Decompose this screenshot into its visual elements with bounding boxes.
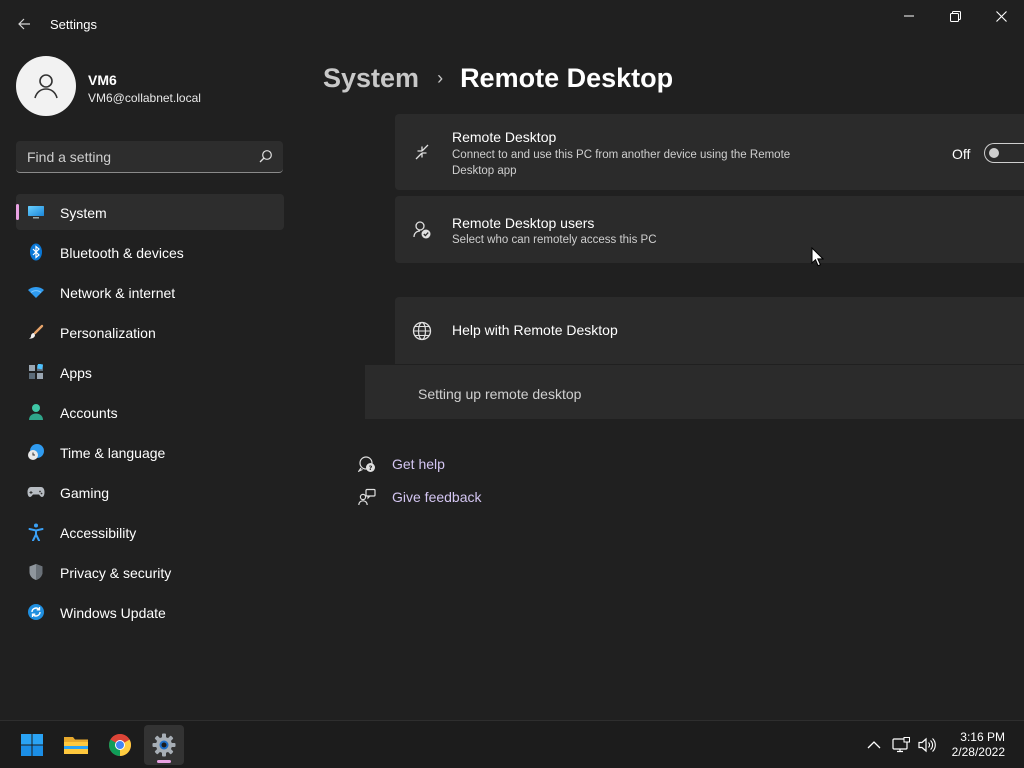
sidebar-item-windows-update[interactable]: Windows Update bbox=[16, 594, 284, 630]
user-email: VM6@collabnet.local bbox=[88, 91, 201, 105]
user-name: VM6 bbox=[88, 72, 117, 88]
shield-icon bbox=[27, 563, 45, 581]
network-status-button[interactable] bbox=[891, 735, 911, 755]
remote-desktop-icon bbox=[411, 141, 433, 163]
sidebar-item-gaming[interactable]: Gaming bbox=[16, 474, 284, 510]
remote-desktop-users-card[interactable]: Remote Desktop users Select who can remo… bbox=[395, 196, 1024, 263]
remote-desktop-description: Connect to and use this PC from another … bbox=[452, 149, 791, 177]
feedback-icon bbox=[357, 487, 377, 507]
chevron-up-icon bbox=[867, 741, 881, 749]
taskbar-chrome[interactable] bbox=[100, 725, 140, 765]
give-feedback-link[interactable]: Give feedback bbox=[357, 486, 482, 508]
file-explorer-icon bbox=[64, 737, 88, 754]
network-monitor-icon bbox=[892, 737, 910, 753]
wifi-icon bbox=[27, 283, 45, 301]
running-indicator bbox=[157, 760, 171, 763]
help-title: Help with Remote Desktop bbox=[452, 322, 618, 338]
remote-users-description: Select who can remotely access this PC bbox=[452, 234, 657, 246]
sidebar-item-accessibility[interactable]: Accessibility bbox=[16, 514, 284, 550]
volume-button[interactable] bbox=[917, 735, 937, 755]
avatar bbox=[16, 56, 76, 116]
user-profile[interactable]: VM6 VM6@collabnet.local bbox=[16, 56, 286, 118]
gamepad-icon bbox=[27, 483, 45, 501]
update-icon bbox=[27, 603, 45, 621]
restore-icon bbox=[949, 10, 961, 22]
back-button[interactable] bbox=[10, 10, 38, 38]
page-title: Remote Desktop bbox=[460, 62, 674, 93]
taskbar: 3:16 PM 2/28/2022 bbox=[0, 720, 1024, 768]
start-button[interactable] bbox=[12, 725, 52, 765]
sidebar-item-network[interactable]: Network & internet bbox=[16, 274, 284, 310]
help-links-panel: Setting up remote desktop bbox=[365, 365, 1024, 419]
selection-indicator bbox=[16, 204, 19, 220]
taskbar-settings[interactable] bbox=[144, 725, 184, 765]
chrome-icon bbox=[109, 734, 131, 756]
toggle-state-label: Off bbox=[952, 146, 971, 162]
remote-users-title: Remote Desktop users bbox=[452, 215, 595, 231]
person-icon bbox=[27, 403, 45, 421]
sidebar-nav: System Bluetooth & devices Network & int… bbox=[16, 194, 284, 634]
user-check-icon bbox=[411, 219, 433, 241]
sidebar-item-system[interactable]: System bbox=[16, 194, 284, 230]
search-icon[interactable] bbox=[259, 149, 273, 168]
close-icon bbox=[995, 10, 1007, 22]
search-box[interactable] bbox=[16, 141, 283, 173]
get-help-label: Get help bbox=[392, 456, 445, 472]
clock-globe-icon bbox=[27, 443, 45, 461]
title-bar: Settings bbox=[0, 0, 1024, 48]
sidebar-item-personalization[interactable]: Personalization bbox=[16, 314, 284, 350]
sidebar-item-privacy[interactable]: Privacy & security bbox=[16, 554, 284, 590]
breadcrumb-parent[interactable]: System bbox=[323, 63, 419, 94]
taskbar-clock[interactable]: 3:16 PM 2/28/2022 bbox=[952, 730, 1005, 760]
remote-desktop-toggle[interactable] bbox=[984, 143, 1024, 163]
app-title: Settings bbox=[50, 17, 97, 32]
svg-text:?: ? bbox=[369, 464, 373, 472]
minimize-icon bbox=[904, 15, 914, 17]
restore-button[interactable] bbox=[932, 0, 978, 32]
accessibility-icon bbox=[27, 523, 45, 541]
breadcrumb-separator: › bbox=[437, 67, 444, 88]
settings-icon bbox=[152, 733, 176, 757]
search-input[interactable] bbox=[16, 141, 246, 172]
sidebar-item-accounts[interactable]: Accounts bbox=[16, 394, 284, 430]
get-help-link[interactable]: ? Get help bbox=[357, 453, 445, 475]
taskbar-file-explorer[interactable] bbox=[56, 725, 96, 765]
sidebar-item-apps[interactable]: Apps bbox=[16, 354, 284, 390]
show-hidden-icons-button[interactable] bbox=[864, 735, 884, 755]
give-feedback-label: Give feedback bbox=[392, 489, 482, 505]
mouse-cursor-icon bbox=[811, 246, 825, 272]
start-icon bbox=[21, 734, 43, 756]
volume-icon bbox=[918, 737, 936, 753]
globe-icon bbox=[411, 320, 433, 342]
help-card[interactable]: Help with Remote Desktop bbox=[395, 297, 1024, 364]
remote-desktop-title: Remote Desktop bbox=[452, 129, 557, 145]
minimize-button[interactable] bbox=[886, 0, 932, 32]
clock-date: 2/28/2022 bbox=[951, 745, 1005, 759]
sidebar-item-time-language[interactable]: Time & language bbox=[16, 434, 284, 470]
close-button[interactable] bbox=[978, 0, 1024, 32]
brush-icon bbox=[27, 323, 45, 341]
apps-icon bbox=[27, 363, 45, 381]
remote-desktop-card[interactable]: Remote Desktop Connect to and use this P… bbox=[395, 114, 1024, 190]
monitor-icon bbox=[27, 203, 45, 221]
sidebar-item-bluetooth[interactable]: Bluetooth & devices bbox=[16, 234, 284, 270]
toggle-knob bbox=[989, 148, 999, 158]
clock-time: 3:16 PM bbox=[960, 730, 1005, 744]
breadcrumb: System › Remote Desktop bbox=[323, 58, 673, 98]
bluetooth-icon bbox=[27, 243, 45, 261]
setting-up-remote-desktop-link[interactable]: Setting up remote desktop bbox=[418, 386, 581, 402]
help-chat-icon: ? bbox=[357, 454, 377, 474]
back-arrow-icon bbox=[18, 18, 30, 30]
person-icon bbox=[34, 74, 58, 99]
